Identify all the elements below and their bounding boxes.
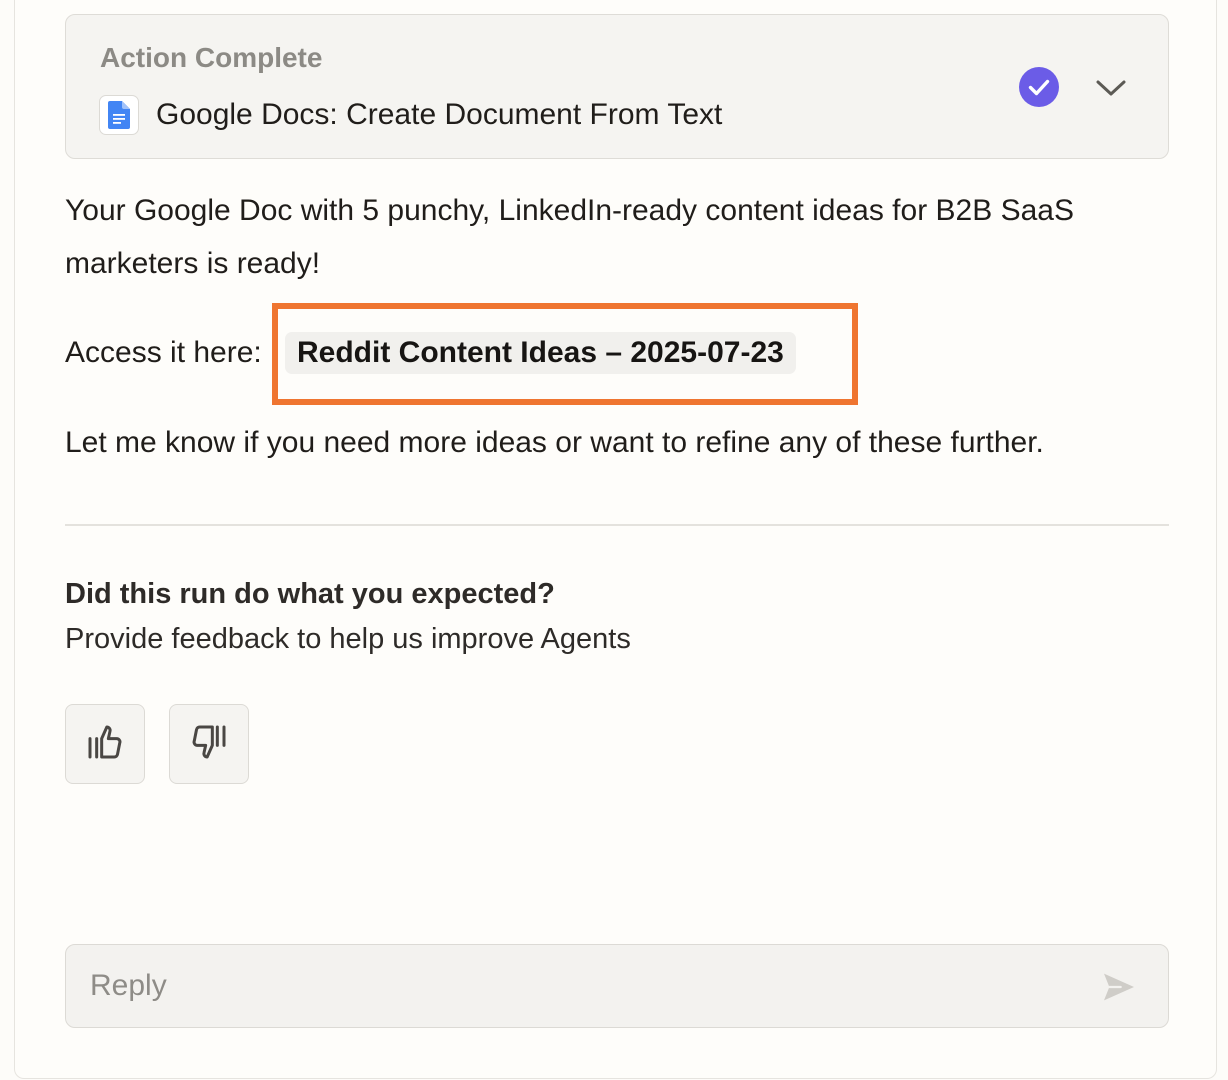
thumbs-down-icon [189,722,229,767]
thumbs-up-button[interactable] [65,704,145,784]
divider [65,524,1169,526]
send-icon[interactable] [1099,967,1139,1007]
reply-input[interactable] [90,945,1070,1026]
action-card[interactable]: Action Complete Google Docs: Create Docu… [65,14,1169,159]
google-docs-icon [99,95,139,135]
access-label: Access it here: [65,336,262,369]
reply-box [65,944,1169,1028]
feedback-question: Did this run do what you expected? [65,578,555,610]
action-status: Action Complete [100,42,323,73]
message-followup: Let me know if you need more ideas or wa… [65,426,1044,459]
chevron-down-icon[interactable] [1093,71,1129,107]
check-circle-icon [1019,67,1059,107]
chat-panel: Action Complete Google Docs: Create Docu… [14,0,1217,1079]
thumbs-down-button[interactable] [169,704,249,784]
thumbs-up-icon [85,722,125,767]
message-text: Your Google Doc with 5 punchy, LinkedIn-… [65,194,1074,280]
action-title: Google Docs: Create Document From Text [156,98,723,131]
doc-link[interactable]: Reddit Content Ideas – 2025-07-23 [285,332,796,374]
feedback-subtext: Provide feedback to help us improve Agen… [65,623,631,655]
action-row: Google Docs: Create Document From Text [99,95,722,135]
